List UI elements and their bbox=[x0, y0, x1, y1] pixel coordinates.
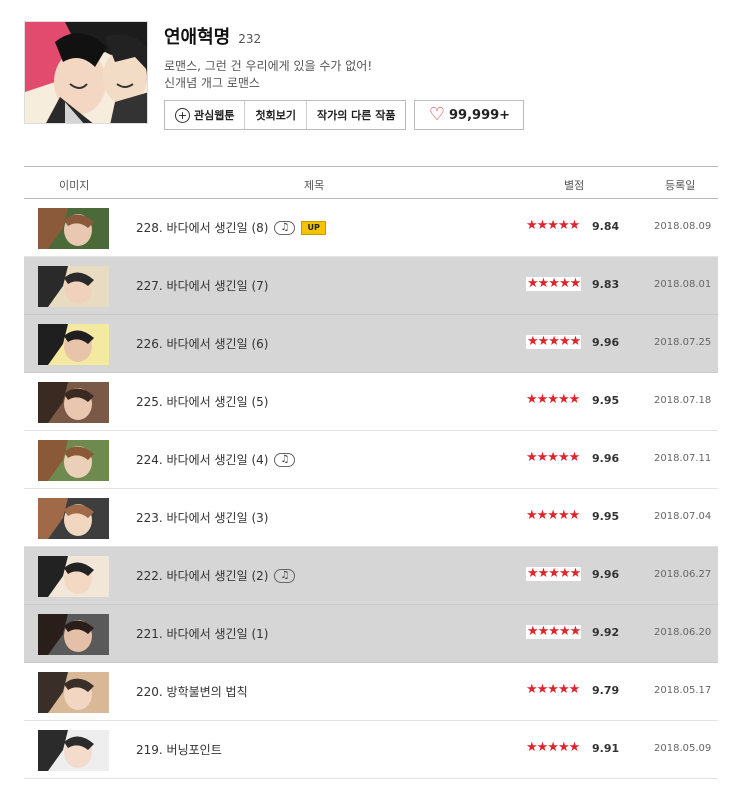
episode-date: 2018.07.11 bbox=[654, 453, 712, 464]
table-row[interactable]: 227. 바다에서 생긴일 (7) ★★★★★ 9.83 2018.08.01 bbox=[24, 257, 718, 315]
rating-score: 9.79 bbox=[592, 684, 620, 697]
episode-title-link[interactable]: 224. 바다에서 생긴일 (4) ♫ bbox=[136, 431, 301, 488]
episode-title: 224. 바다에서 생긴일 (4) bbox=[136, 453, 269, 467]
webtoon-info: 연애혁명 232 로맨스, 그런 건 우리에게 있을 수가 없어! 신개념 개그… bbox=[164, 21, 525, 130]
header-date: 등록일 bbox=[665, 179, 696, 192]
table-row[interactable]: 222. 바다에서 생긴일 (2) ♫ ★★★★★ 9.96 2018.06.2… bbox=[24, 547, 718, 605]
like-button[interactable]: ♡ 99,999+ bbox=[414, 100, 525, 130]
episode-title: 219. 버닝포인트 bbox=[136, 743, 222, 757]
header-image: 이미지 bbox=[59, 179, 90, 192]
rating-score: 9.92 bbox=[592, 626, 620, 639]
rating-score: 9.95 bbox=[592, 394, 620, 407]
episode-date: 2018.07.04 bbox=[654, 511, 712, 522]
rating-score: 9.84 bbox=[592, 220, 620, 233]
table-row[interactable]: 228. 바다에서 생긴일 (8) ♫ UP ★★★★★ 9.84 2018.0… bbox=[24, 199, 718, 257]
rating-stars: ★★★★★ bbox=[526, 218, 580, 233]
episode-title-link[interactable]: 220. 방학불변의 법칙 bbox=[136, 663, 254, 720]
heart-icon: ♡ bbox=[428, 104, 445, 125]
header-rating: 별점 bbox=[564, 179, 585, 192]
episode-title: 221. 바다에서 생긴일 (1) bbox=[136, 627, 269, 641]
episode-date: 2018.07.18 bbox=[654, 395, 712, 406]
rating-stars: ★★★★★ bbox=[526, 508, 580, 523]
episode-title-link[interactable]: 225. 바다에서 생긴일 (5) bbox=[136, 373, 274, 430]
like-count: 99,999+ bbox=[449, 107, 511, 123]
plus-circle-icon: + bbox=[175, 107, 190, 123]
rating-score: 9.96 bbox=[592, 568, 620, 581]
first-episode-button[interactable]: 첫회보기 bbox=[244, 101, 305, 129]
episode-title: 220. 방학불변의 법칙 bbox=[136, 685, 248, 699]
table-row[interactable]: 225. 바다에서 생긴일 (5) ★★★★★ 9.95 2018.07.18 bbox=[24, 373, 718, 431]
action-button-group: + 관심웹툰 첫회보기 작가의 다른 작품 bbox=[164, 100, 407, 130]
description-line-2: 신개념 개그 로맨스 bbox=[164, 76, 260, 90]
table-row[interactable]: 224. 바다에서 생긴일 (4) ♫ ★★★★★ 9.96 2018.07.1… bbox=[24, 431, 718, 489]
episode-thumbnail[interactable] bbox=[38, 440, 109, 481]
episode-thumbnail[interactable] bbox=[38, 730, 109, 771]
rating-stars: ★★★★★ bbox=[526, 450, 580, 465]
table-header: 이미지 제목 별점 등록일 bbox=[24, 166, 718, 199]
rating-stars: ★★★★★ bbox=[526, 624, 581, 639]
up-badge: UP bbox=[301, 220, 326, 235]
rating-stars: ★★★★★ bbox=[526, 682, 580, 697]
episode-title-link[interactable]: 227. 바다에서 생긴일 (7) bbox=[136, 257, 274, 314]
table-row[interactable]: 219. 버닝포인트 ★★★★★ 9.91 2018.05.09 bbox=[24, 721, 718, 779]
rating-score: 9.91 bbox=[592, 742, 620, 755]
description-line-1: 로맨스, 그런 건 우리에게 있을 수가 없어! bbox=[164, 59, 373, 73]
episode-date: 2018.06.20 bbox=[654, 627, 712, 638]
episode-title: 222. 바다에서 생긴일 (2) bbox=[136, 569, 269, 583]
header-title: 제목 bbox=[304, 179, 325, 192]
episode-thumbnail[interactable] bbox=[38, 556, 109, 597]
rating-stars: ★★★★★ bbox=[526, 392, 580, 407]
rating-stars: ★★★★★ bbox=[526, 566, 581, 581]
rating-score: 9.96 bbox=[592, 336, 620, 349]
rating-stars: ★★★★★ bbox=[526, 276, 581, 291]
episode-date: 2018.08.01 bbox=[654, 279, 712, 290]
episode-thumbnail[interactable] bbox=[38, 208, 109, 249]
episode-thumbnail[interactable] bbox=[38, 614, 109, 655]
music-note-icon: ♫ bbox=[274, 220, 296, 235]
episode-thumbnail[interactable] bbox=[38, 498, 109, 539]
music-note-icon: ♫ bbox=[274, 452, 296, 467]
table-row[interactable]: 221. 바다에서 생긴일 (1) ★★★★★ 9.92 2018.06.20 bbox=[24, 605, 718, 663]
episode-title: 228. 바다에서 생긴일 (8) bbox=[136, 221, 269, 235]
episode-date: 2018.05.09 bbox=[654, 743, 712, 754]
other-works-button[interactable]: 작가의 다른 작품 bbox=[305, 101, 406, 129]
interest-webtoon-button[interactable]: + 관심웹툰 bbox=[165, 101, 244, 129]
music-note-icon: ♫ bbox=[274, 568, 296, 583]
episode-title-link[interactable]: 228. 바다에서 생긴일 (8) ♫ UP bbox=[136, 199, 326, 256]
episode-date: 2018.05.17 bbox=[654, 685, 712, 696]
webtoon-header: 연애혁명 232 로맨스, 그런 건 우리에게 있을 수가 없어! 신개념 개그… bbox=[24, 21, 724, 141]
episode-table: 이미지 제목 별점 등록일 228. 바다에서 생긴일 (8) ♫ UP ★★★… bbox=[24, 166, 718, 779]
episode-date: 2018.06.27 bbox=[654, 569, 712, 580]
episode-title-link[interactable]: 221. 바다에서 생긴일 (1) bbox=[136, 605, 274, 662]
interest-webtoon-label: 관심웹툰 bbox=[194, 109, 235, 122]
episode-title-link[interactable]: 223. 바다에서 생긴일 (3) bbox=[136, 489, 274, 546]
table-row[interactable]: 220. 방학불변의 법칙 ★★★★★ 9.79 2018.05.17 bbox=[24, 663, 718, 721]
episode-list: 228. 바다에서 생긴일 (8) ♫ UP ★★★★★ 9.84 2018.0… bbox=[24, 199, 718, 779]
episode-count: 232 bbox=[238, 32, 262, 46]
webtoon-cover-image bbox=[24, 21, 148, 124]
table-row[interactable]: 223. 바다에서 생긴일 (3) ★★★★★ 9.95 2018.07.04 bbox=[24, 489, 718, 547]
episode-title-link[interactable]: 219. 버닝포인트 bbox=[136, 721, 228, 778]
rating-score: 9.96 bbox=[592, 452, 620, 465]
webtoon-description: 로맨스, 그런 건 우리에게 있을 수가 없어! 신개념 개그 로맨스 bbox=[164, 58, 524, 92]
episode-date: 2018.07.25 bbox=[654, 337, 712, 348]
episode-title: 226. 바다에서 생긴일 (6) bbox=[136, 337, 269, 351]
rating-score: 9.95 bbox=[592, 510, 620, 523]
episode-title-link[interactable]: 226. 바다에서 생긴일 (6) bbox=[136, 315, 274, 372]
table-row[interactable]: 226. 바다에서 생긴일 (6) ★★★★★ 9.96 2018.07.25 bbox=[24, 315, 718, 373]
rating-score: 9.83 bbox=[592, 278, 620, 291]
episode-thumbnail[interactable] bbox=[38, 672, 109, 713]
episode-title-link[interactable]: 222. 바다에서 생긴일 (2) ♫ bbox=[136, 547, 301, 604]
rating-stars: ★★★★★ bbox=[526, 740, 580, 755]
episode-title: 223. 바다에서 생긴일 (3) bbox=[136, 511, 269, 525]
episode-thumbnail[interactable] bbox=[38, 324, 109, 365]
rating-stars: ★★★★★ bbox=[526, 334, 581, 349]
episode-title: 227. 바다에서 생긴일 (7) bbox=[136, 279, 269, 293]
episode-title: 225. 바다에서 생긴일 (5) bbox=[136, 395, 269, 409]
episode-thumbnail[interactable] bbox=[38, 382, 109, 423]
episode-date: 2018.08.09 bbox=[654, 221, 712, 232]
episode-thumbnail[interactable] bbox=[38, 266, 109, 307]
webtoon-title: 연애혁명 bbox=[164, 27, 231, 48]
